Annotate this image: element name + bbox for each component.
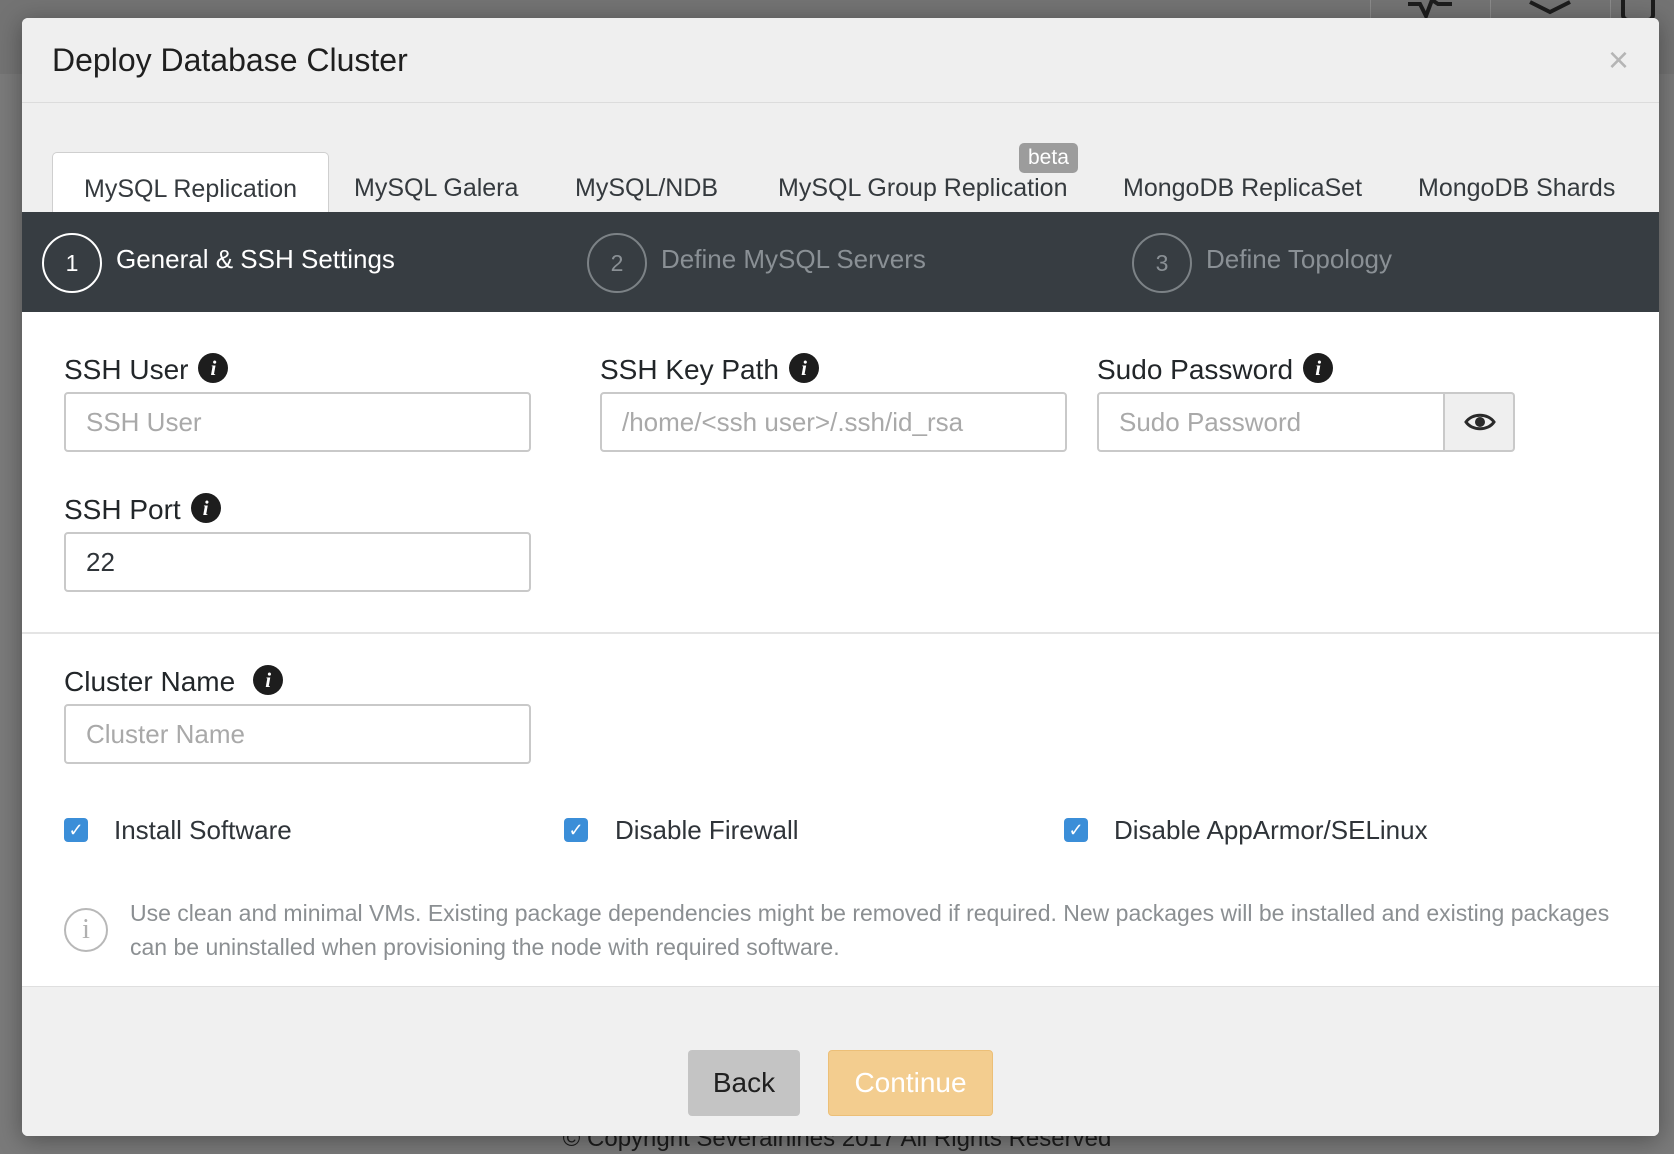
camera-icon	[1610, 0, 1674, 22]
beta-badge: beta	[1019, 143, 1078, 173]
step-label: General & SSH Settings	[116, 244, 395, 274]
step-label: Define MySQL Servers	[661, 244, 926, 274]
wizard-steps: 1 General & SSH Settings 2 Define MySQL …	[22, 212, 1659, 312]
show-password-button[interactable]	[1445, 392, 1515, 452]
info-icon[interactable]: i	[190, 493, 221, 523]
install-software-label: Install Software	[114, 815, 292, 845]
provisioning-note: Use clean and minimal VMs. Existing pack…	[130, 900, 1610, 960]
close-icon[interactable]: ×	[1608, 42, 1629, 78]
deploy-cluster-modal: Deploy Database Cluster × MySQL Replicat…	[22, 18, 1659, 1136]
disable-firewall-label: Disable Firewall	[615, 815, 799, 845]
ssh-key-path-input[interactable]	[600, 392, 1067, 452]
sudo-password-input[interactable]	[1097, 392, 1445, 452]
modal-title: Deploy Database Cluster	[52, 42, 408, 78]
cluster-name-label-text: Cluster Name	[64, 666, 236, 697]
disable-apparmor-checkbox[interactable]: ✓	[1064, 818, 1088, 842]
disable-apparmor-label: Disable AppArmor/SELinux	[1114, 815, 1428, 845]
activity-icon	[1370, 0, 1488, 21]
cluster-name-label: Cluster Name i	[64, 665, 284, 698]
ssh-user-label: SSH User i	[64, 353, 229, 386]
layers-icon	[1490, 0, 1608, 20]
step-number: 3	[1132, 233, 1192, 293]
info-icon[interactable]: i	[1303, 353, 1334, 383]
step-number: 1	[42, 233, 102, 293]
step-label: Define Topology	[1206, 244, 1392, 274]
disable-firewall-checkbox[interactable]: ✓	[564, 818, 588, 842]
ssh-key-path-label: SSH Key Path i	[600, 353, 819, 386]
step-number: 2	[587, 233, 647, 293]
section-divider	[22, 632, 1659, 634]
ssh-port-input[interactable]	[64, 532, 531, 592]
cluster-type-tabs: MySQL Replication MySQL Galera MySQL/NDB…	[22, 103, 1659, 230]
info-circle-icon: i	[64, 908, 108, 952]
ssh-port-label-text: SSH Port	[64, 494, 181, 525]
eye-icon	[1464, 413, 1496, 431]
continue-button[interactable]: Continue	[828, 1050, 993, 1116]
cluster-name-input[interactable]	[64, 704, 531, 764]
info-icon[interactable]: i	[253, 665, 284, 695]
modal-header: Deploy Database Cluster ×	[22, 18, 1659, 103]
info-icon[interactable]: i	[198, 353, 229, 383]
install-software-checkbox[interactable]: ✓	[64, 818, 88, 842]
back-button[interactable]: Back	[688, 1050, 800, 1116]
ssh-port-label: SSH Port i	[64, 493, 221, 526]
info-icon[interactable]: i	[788, 353, 819, 383]
modal-footer: Back Continue	[22, 986, 1659, 1136]
ssh-key-path-label-text: SSH Key Path	[600, 354, 779, 385]
ssh-user-input[interactable]	[64, 392, 531, 452]
sudo-password-label-text: Sudo Password	[1097, 354, 1294, 385]
ssh-user-label-text: SSH User	[64, 354, 189, 385]
sudo-password-label: Sudo Password i	[1097, 353, 1334, 386]
